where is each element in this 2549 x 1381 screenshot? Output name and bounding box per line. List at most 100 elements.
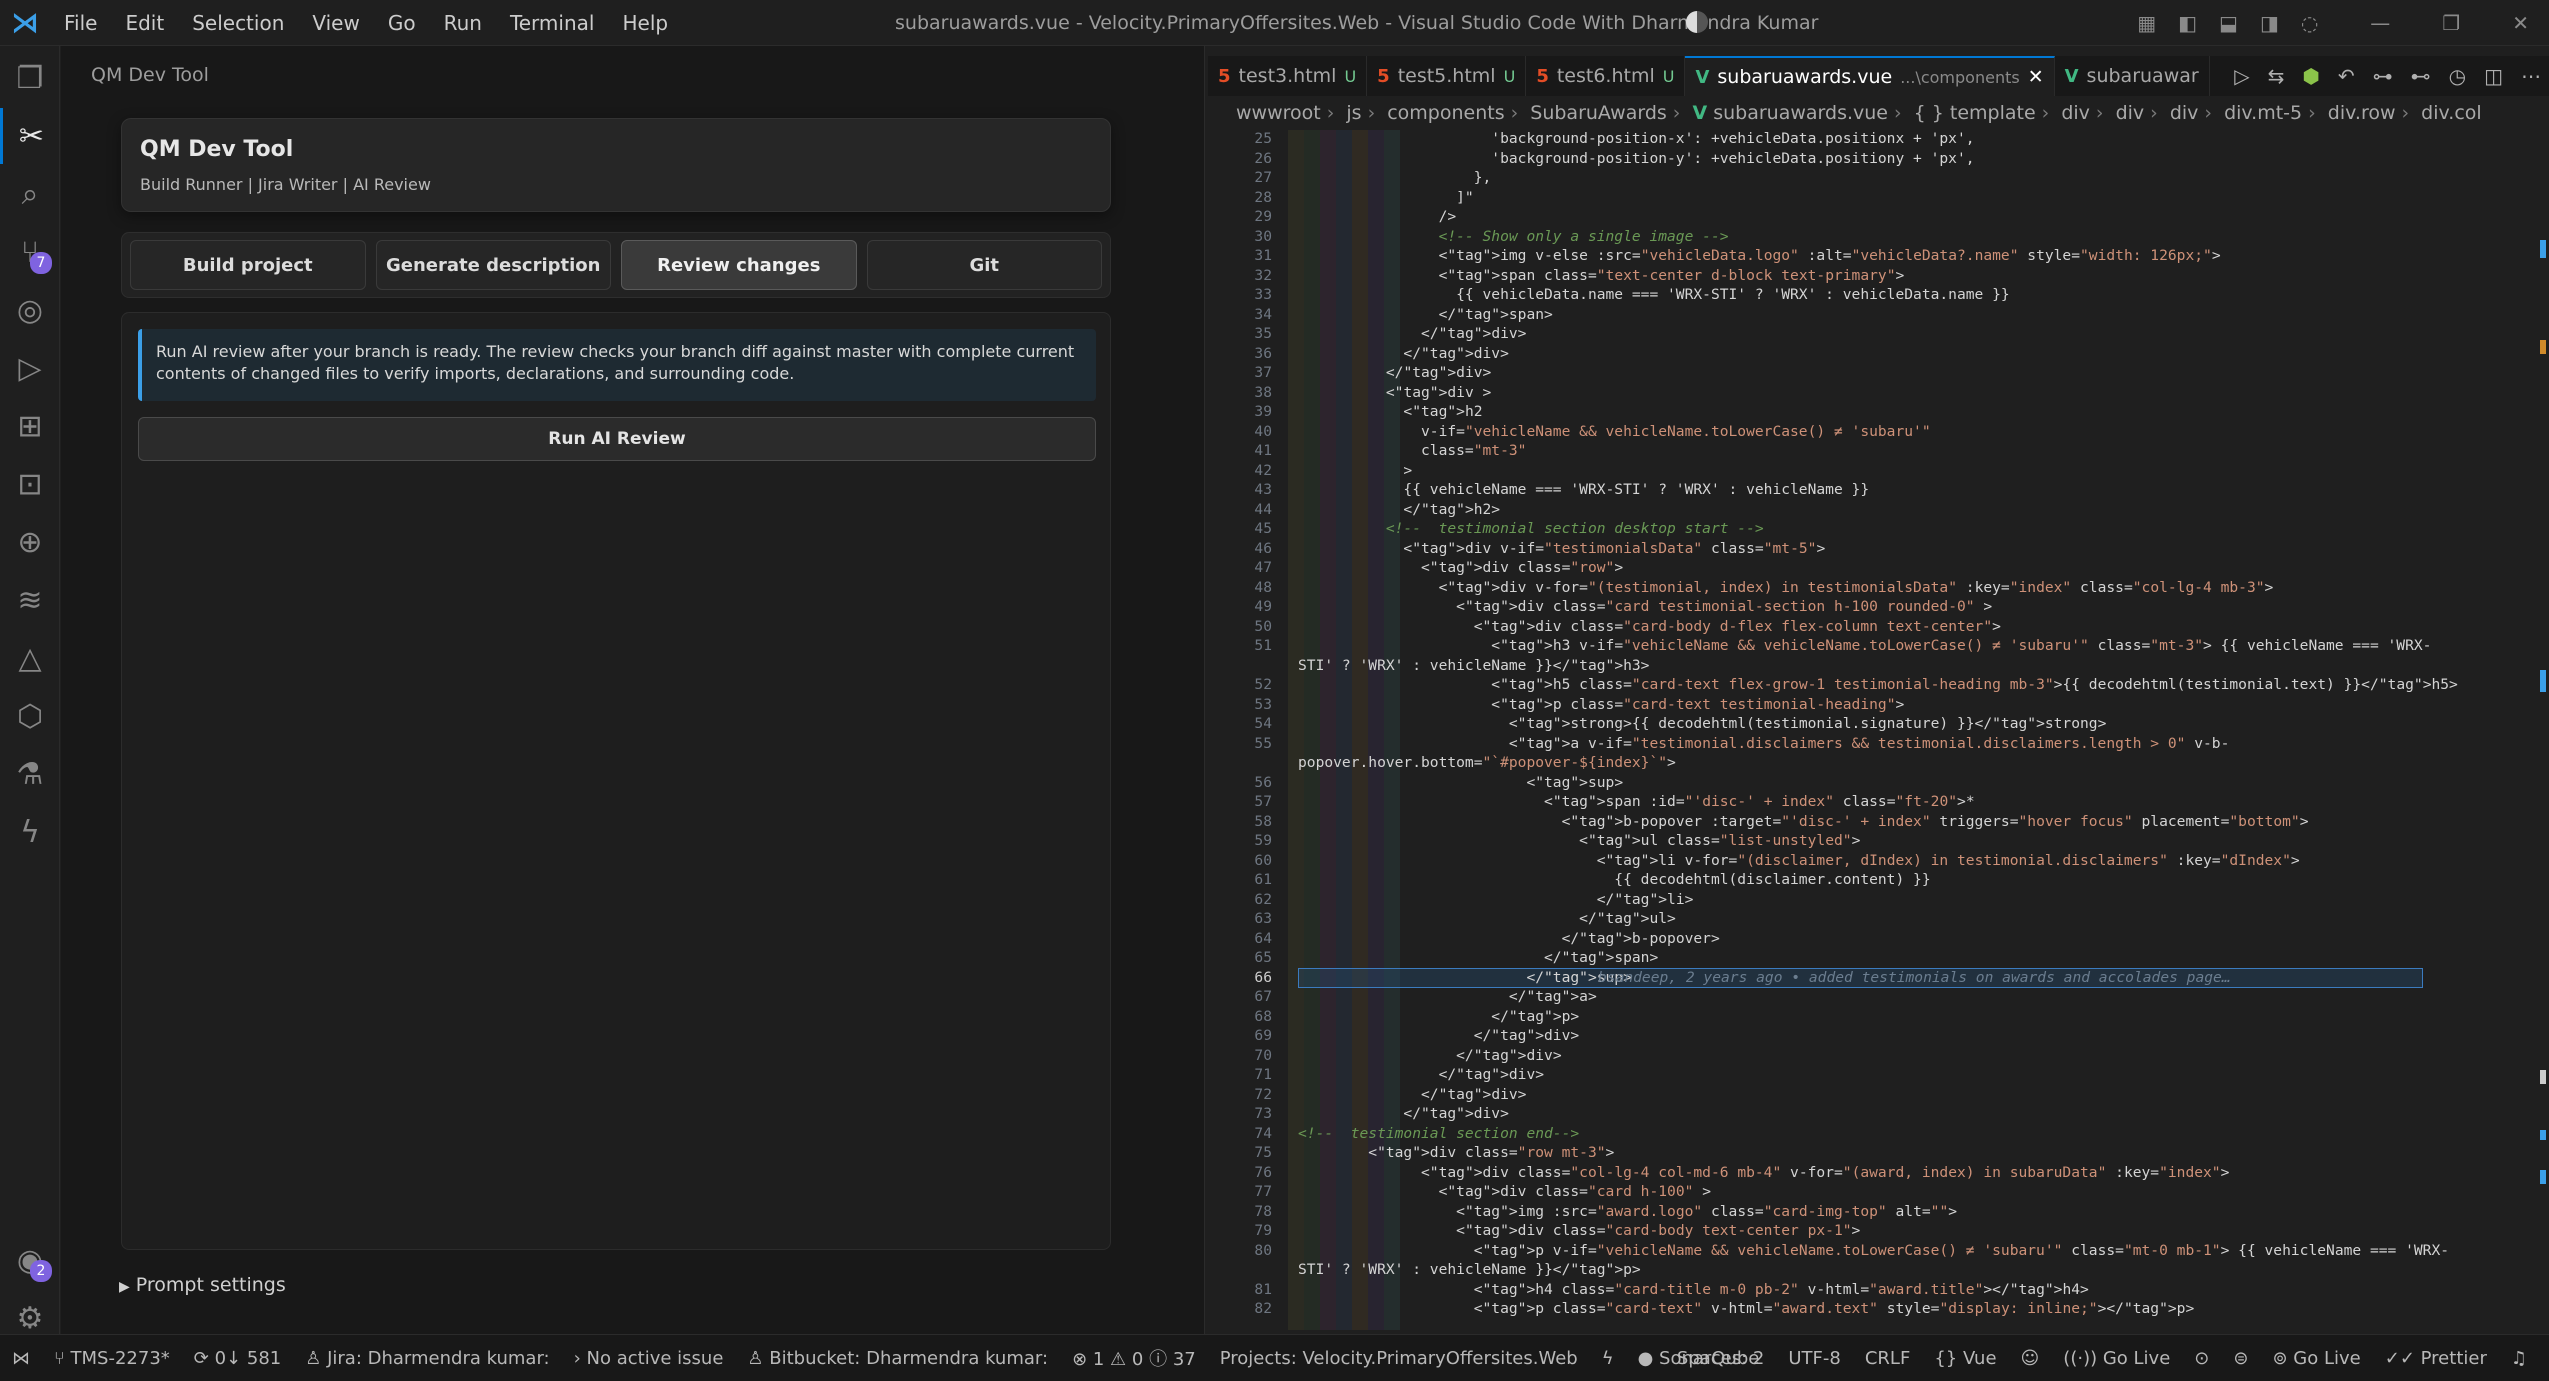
testing-icon[interactable]: ⚗ (0, 746, 60, 802)
code-line[interactable]: 27 }, (1208, 169, 2549, 189)
tab-test6[interactable]: 5 test6.html U (1526, 56, 1686, 96)
jira-status[interactable]: ♙ Jira: Dharmendra kumar: (293, 1348, 561, 1369)
previous-change-icon[interactable]: ↶ (2338, 64, 2355, 88)
qm-dev-tool-icon[interactable]: ✂ (0, 108, 60, 164)
code-line[interactable]: 40 v-if="vehicleName && vehicleName.toLo… (1208, 423, 2549, 443)
code-line[interactable]: 49 <"tag">div class="card testimonial-se… (1208, 598, 2549, 618)
notifications-bell-icon[interactable]: ♫ (2499, 1348, 2539, 1369)
indentation-status[interactable]: Spaces: 2 (1665, 1348, 1776, 1369)
code-line[interactable]: 36 </"tag">div> (1208, 345, 2549, 365)
code-line[interactable]: 82 <"tag">p class="card-text" v-html="aw… (1208, 1300, 2549, 1320)
git-button[interactable]: Git (866, 240, 1102, 290)
breadcrumb-item[interactable]: div.col (2421, 102, 2482, 124)
code-line[interactable]: 67 </"tag">a> (1208, 988, 2549, 1008)
code-line[interactable]: 33 {{ vehicleData.name === 'WRX-STI' ? '… (1208, 286, 2549, 306)
code-line[interactable]: 69 </"tag">div> (1208, 1027, 2549, 1047)
tab-test5[interactable]: 5 test5.html U (1367, 56, 1527, 96)
code-line[interactable]: 56 <"tag">sup> (1208, 774, 2549, 794)
code-line[interactable]: 25 'background-position-x': +vehicleData… (1208, 130, 2549, 150)
code-line[interactable]: 71 </"tag">div> (1208, 1066, 2549, 1086)
branch-status[interactable]: ⑂ TMS-2273* (42, 1348, 182, 1369)
code-line[interactable]: 34 </"tag">span> (1208, 306, 2549, 326)
code-line[interactable]: 30 <!-- Show only a single image --> (1208, 228, 2549, 248)
overview-ruler[interactable] (2535, 130, 2549, 1330)
project-status[interactable]: Projects: Velocity.PrimaryOffersites.Web (1208, 1348, 1590, 1369)
eol-status[interactable]: CRLF (1853, 1348, 1922, 1369)
code-line[interactable]: 66 </"tag">sup> bsandeep, 2 years ago • a… (1208, 969, 2549, 989)
code-line[interactable]: 76 <"tag">div class="col-lg-4 col-md-6 m… (1208, 1164, 2549, 1184)
lightning-status-icon[interactable]: ϟ (1590, 1348, 1626, 1369)
toggle-primary-sidebar-icon[interactable]: ◧ (2178, 11, 2197, 35)
sync-status[interactable]: ⟳ 0↓ 581 (182, 1348, 293, 1369)
code-line[interactable]: 43 {{ vehicleName === 'WRX-STI' ? 'WRX' … (1208, 481, 2549, 501)
breadcrumb-item[interactable]: div.row (2328, 102, 2396, 124)
code-line[interactable]: 75 <"tag">div class="row mt-3"> (1208, 1144, 2549, 1164)
code-line[interactable]: 50 <"tag">div class="card-body d-flex fl… (1208, 618, 2549, 638)
code-line[interactable]: 35 </"tag">div> (1208, 325, 2549, 345)
open-changes-icon[interactable]: ⊷ (2411, 64, 2431, 88)
code-line[interactable]: 31 <"tag">img v-else :src="vehicleData.l… (1208, 247, 2549, 267)
more-actions-icon[interactable]: ⋯ (2521, 64, 2541, 88)
close-icon[interactable]: ✕ (2512, 11, 2529, 35)
breadcrumb-item[interactable]: subaruawards.vue (1713, 102, 1888, 124)
remote-explorer-icon[interactable]: ⊡ (0, 456, 60, 512)
encoding-status[interactable]: UTF-8 (1776, 1348, 1852, 1369)
toggle-panel-icon[interactable]: ⬓ (2219, 11, 2238, 35)
chat-icon[interactable]: ◌ (2301, 11, 2318, 35)
go-live-status[interactable]: ((·)) Go Live (2051, 1348, 2182, 1369)
code-line[interactable]: 45 <!-- testimonial section desktop star… (1208, 520, 2549, 540)
lightning-icon[interactable]: ϟ (0, 804, 60, 860)
bitbucket-status[interactable]: ♙ Bitbucket: Dharmendra kumar: (735, 1348, 1060, 1369)
code-line[interactable]: STI' ? 'WRX' : vehicleName }}</"tag">p> (1208, 1261, 2549, 1281)
menu-edit[interactable]: Edit (111, 0, 178, 46)
code-line[interactable]: 65 </"tag">span> (1208, 949, 2549, 969)
code-line[interactable]: 41 class="mt-3" (1208, 442, 2549, 462)
code-line[interactable]: 55 <"tag">a v-if="testimonial.disclaimer… (1208, 735, 2549, 755)
breadcrumb-item[interactable]: div (2061, 102, 2090, 124)
breadcrumb-item[interactable]: div.mt-5 (2224, 102, 2302, 124)
timeline-icon[interactable]: ≋ (0, 572, 60, 628)
copilot-icon[interactable] (1686, 11, 1708, 33)
breadcrumb-item[interactable]: { } template (1914, 102, 2036, 124)
tab-subaruawards[interactable]: Vsubaruawards.vue ...\components ✕ (1685, 56, 2055, 96)
code-line[interactable]: 38 <"tag">div > (1208, 384, 2549, 404)
run-icon[interactable]: ▷ (2234, 64, 2249, 88)
code-line[interactable]: 59 <"tag">ul class="list-unstyled"> (1208, 832, 2549, 852)
code-line[interactable]: 46 <"tag">div v-if="testimonialsData" cl… (1208, 540, 2549, 560)
menu-run[interactable]: Run (430, 0, 496, 46)
code-line[interactable]: 39 <"tag">h2 (1208, 403, 2549, 423)
code-line[interactable]: 74 <!-- testimonial section end--> (1208, 1125, 2549, 1145)
compare-icon[interactable]: ⇆ (2268, 64, 2285, 88)
hex-icon[interactable]: ⬢ (2302, 64, 2319, 88)
code-line[interactable]: 68 </"tag">p> (1208, 1008, 2549, 1028)
close-tab-icon[interactable]: ✕ (2028, 66, 2044, 88)
code-line[interactable]: 72 </"tag">div> (1208, 1086, 2549, 1106)
search-icon[interactable]: ⌕ (0, 166, 60, 222)
accounts-icon[interactable]: ◉ 2 (0, 1232, 60, 1288)
code-line[interactable]: 47 <"tag">div class="row"> (1208, 559, 2549, 579)
source-control-icon[interactable]: ⑂ 7 (0, 224, 60, 280)
code-line[interactable]: 61 {{ decodehtml(disclaimer.content) }} (1208, 871, 2549, 891)
copilot-status-icon[interactable]: ☺ (2009, 1348, 2052, 1369)
explorer-icon[interactable]: ❐ (0, 50, 60, 106)
code-line[interactable]: 62 </"tag">li> (1208, 891, 2549, 911)
breadcrumb-item[interactable]: div (2170, 102, 2199, 124)
generate-description-button[interactable]: Generate description (375, 240, 611, 290)
git-commit-icon[interactable]: ⊶ (2373, 64, 2393, 88)
git-graph-icon[interactable]: ◎ (0, 282, 60, 338)
timeline-history-icon[interactable]: ◷ (2449, 64, 2466, 88)
code-line[interactable]: 37 </"tag">div> (1208, 364, 2549, 384)
review-changes-button[interactable]: Review changes (621, 240, 857, 290)
tab-subaruawar[interactable]: Vsubaruawar (2055, 56, 2210, 96)
gitlens-icon[interactable]: ⊕ (0, 514, 60, 570)
code-line[interactable]: 53 <"tag">p class="card-text testimonial… (1208, 696, 2549, 716)
prompt-settings-toggle[interactable]: ▶ Prompt settings (119, 1274, 286, 1296)
menu-view[interactable]: View (298, 0, 373, 46)
code-line[interactable]: 44 </"tag">h2> (1208, 501, 2549, 521)
split-editor-icon[interactable]: ◫ (2484, 64, 2503, 88)
run-ai-review-button[interactable]: Run AI Review (138, 417, 1096, 461)
run-debug-icon[interactable]: ▷ (0, 340, 60, 396)
code-line[interactable]: 81 <"tag">h4 class="card-title m-0 pb-2"… (1208, 1281, 2549, 1301)
prettier-status[interactable]: ✓✓ Prettier (2373, 1348, 2499, 1369)
code-line[interactable]: 54 <"tag">strong>{{ decodehtml(testimoni… (1208, 715, 2549, 735)
